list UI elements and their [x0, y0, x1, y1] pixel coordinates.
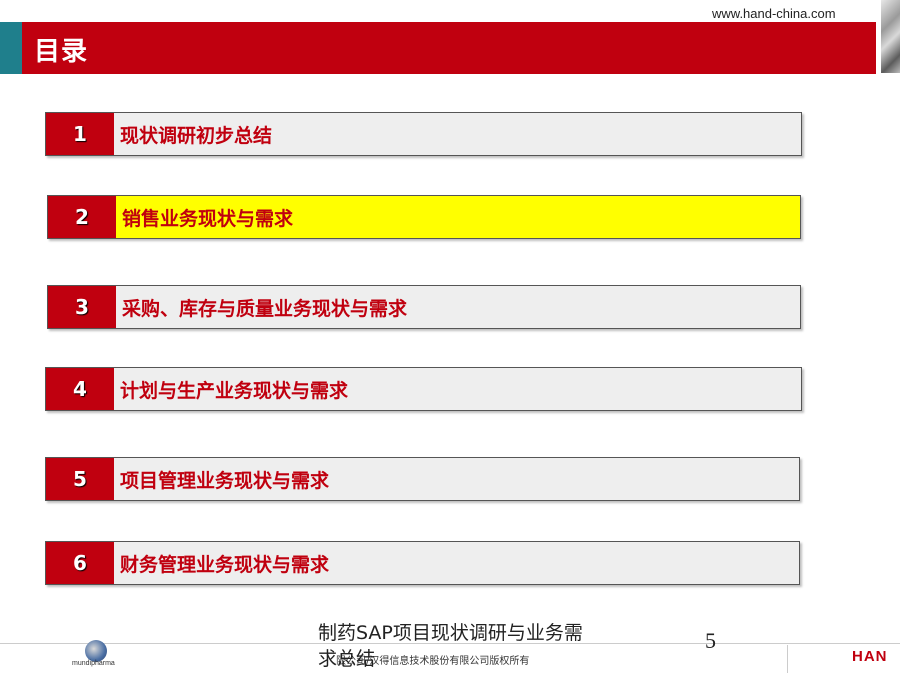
logo-text: mundipharma [72, 660, 115, 667]
page-title: 目录 [34, 37, 89, 67]
toc-label: 销售业务现状与需求 [122, 207, 294, 230]
hand-logo: HAN [852, 648, 888, 665]
footer-vertical-divider [787, 645, 788, 673]
toc-label: 财务管理业务现状与需求 [120, 553, 330, 576]
overlay-caption: 制药SAP项目现状调研与业务需求总结 [318, 622, 583, 670]
toc-item-3[interactable]: 3 采购、库存与质量业务现状与需求 [47, 285, 801, 329]
title-accent-strip [0, 22, 22, 74]
toc-number: 4 [46, 368, 114, 410]
toc-number: 3 [48, 286, 116, 328]
toc-item-1[interactable]: 1 现状调研初步总结 [45, 112, 802, 156]
toc-label: 现状调研初步总结 [120, 124, 273, 147]
toc-label: 采购、库存与质量业务现状与需求 [122, 297, 408, 320]
toc-number: 1 [46, 113, 114, 155]
toc-item-2[interactable]: 2 销售业务现状与需求 [47, 195, 801, 239]
toc-item-5[interactable]: 5 项目管理业务现状与需求 [45, 457, 800, 501]
mundipharma-logo: mundipharma [72, 640, 122, 674]
toc-number: 6 [46, 542, 114, 584]
toc-item-6[interactable]: 6 财务管理业务现状与需求 [45, 541, 800, 585]
page-number: 5 [705, 628, 716, 653]
toc-number: 5 [46, 458, 114, 500]
toc-item-4[interactable]: 4 计划与生产业务现状与需求 [45, 367, 802, 411]
corner-decorative-image [881, 0, 900, 73]
website-url: www.hand-china.com [712, 6, 836, 21]
toc-number: 2 [48, 196, 116, 238]
toc-label: 计划与生产业务现状与需求 [120, 379, 349, 402]
logo-globe-icon [85, 640, 107, 662]
toc-label: 项目管理业务现状与需求 [120, 469, 330, 492]
title-bar: 目录 [0, 22, 876, 74]
